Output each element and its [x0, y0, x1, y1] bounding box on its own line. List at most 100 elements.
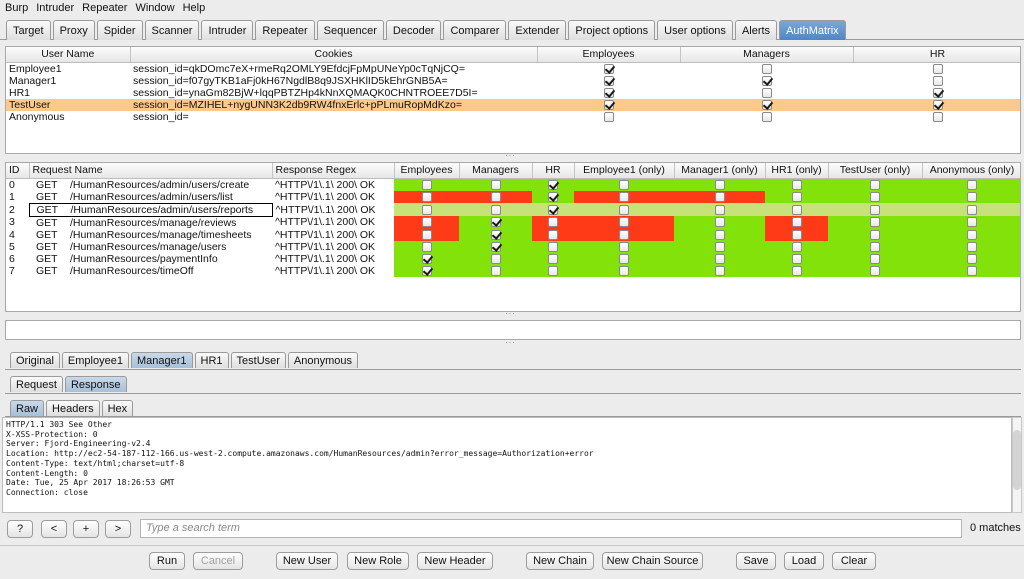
tab-view-headers[interactable]: Headers	[46, 400, 100, 416]
new-header-button[interactable]: New Header	[417, 552, 493, 570]
tab-user-manager1[interactable]: Manager1	[130, 352, 193, 368]
access-checkbox[interactable]	[791, 229, 802, 240]
access-checkbox[interactable]	[619, 265, 629, 276]
role-checkbox[interactable]	[603, 111, 614, 122]
tab-repeater[interactable]: Repeater	[255, 20, 315, 40]
tab-user-original[interactable]: Original	[10, 352, 60, 368]
splitter[interactable]	[0, 337, 1024, 347]
access-checkbox[interactable]	[619, 179, 629, 190]
requests-column-header[interactable]: Manager1 (only)	[674, 163, 766, 179]
access-checkbox[interactable]	[870, 229, 880, 240]
user-name[interactable]: HR1	[6, 87, 130, 99]
role-checkbox[interactable]	[932, 63, 943, 74]
access-checkbox[interactable]	[619, 229, 629, 240]
users-column-header[interactable]: Employees	[537, 47, 681, 63]
role-checkbox[interactable]	[603, 63, 614, 74]
access-checkbox[interactable]	[548, 253, 558, 264]
access-checkbox[interactable]	[548, 241, 558, 252]
request-name[interactable]: GET/HumanResources/paymentInfo	[29, 253, 272, 265]
splitter[interactable]	[0, 308, 1024, 318]
role-checkbox[interactable]	[932, 111, 943, 122]
access-checkbox[interactable]	[421, 179, 432, 190]
access-checkbox[interactable]	[421, 204, 432, 215]
access-checkbox[interactable]	[870, 253, 880, 264]
tab-view-hex[interactable]: Hex	[101, 400, 134, 416]
access-checkbox[interactable]	[870, 265, 880, 276]
access-checkbox[interactable]	[421, 217, 432, 228]
new-chain-source-button[interactable]: New Chain Source	[602, 552, 703, 570]
tab-user-testuser[interactable]: TestUser	[230, 352, 286, 368]
users-column-header[interactable]: Managers	[680, 47, 854, 63]
access-checkbox[interactable]	[619, 241, 629, 252]
user-name[interactable]: TestUser	[6, 98, 130, 111]
request-name[interactable]: GET/HumanResources/admin/users/create	[29, 178, 272, 191]
menu-burp[interactable]: Burp	[4, 2, 29, 14]
access-checkbox[interactable]	[870, 179, 880, 190]
access-checkbox[interactable]	[714, 253, 725, 264]
response-regex[interactable]: ^HTTP\/1\.1\ 200\ OK	[272, 241, 394, 253]
tab-extender[interactable]: Extender	[508, 20, 567, 40]
request-row[interactable]: 5 GET/HumanResources/manage/users ^HTTP\/1…	[6, 240, 1020, 253]
access-checkbox[interactable]	[714, 179, 725, 190]
access-checkbox[interactable]	[548, 204, 558, 215]
requests-column-header[interactable]: HR1 (only)	[765, 163, 829, 179]
user-cookie[interactable]: session_id=ynaGm82BjW+lqqPBTZHp4kNnXQMAQ…	[130, 87, 537, 99]
access-checkbox[interactable]	[490, 253, 501, 264]
tab-proxy[interactable]: Proxy	[52, 20, 95, 40]
request-name[interactable]: GET/HumanResources/timeOff	[29, 265, 272, 277]
tab-response[interactable]: Response	[64, 376, 127, 392]
response-regex[interactable]: ^HTTP\/1\.1\ 200\ OK	[272, 203, 394, 216]
request-name[interactable]: GET/HumanResources/admin/users/list	[29, 191, 272, 204]
access-checkbox[interactable]	[870, 191, 880, 202]
requests-column-header[interactable]: ID	[6, 163, 30, 179]
role-checkbox[interactable]	[932, 99, 943, 110]
access-checkbox[interactable]	[967, 191, 977, 202]
role-checkbox[interactable]	[761, 87, 772, 98]
access-checkbox[interactable]	[548, 265, 558, 276]
access-checkbox[interactable]	[791, 191, 802, 202]
access-checkbox[interactable]	[714, 191, 725, 202]
access-checkbox[interactable]	[967, 265, 977, 276]
role-checkbox[interactable]	[603, 75, 614, 86]
user-name[interactable]: Employee1	[6, 62, 130, 75]
requests-column-header[interactable]: Anonymous (only)	[922, 163, 1020, 179]
response-regex[interactable]: ^HTTP\/1\.1\ 200\ OK	[272, 178, 394, 191]
access-checkbox[interactable]	[421, 253, 432, 264]
requests-column-header[interactable]: Employees	[394, 163, 460, 179]
splitter[interactable]	[0, 150, 1024, 160]
request-row[interactable]: 2 GET/HumanResources/admin/users/reports ^…	[6, 202, 1020, 217]
request-name[interactable]: GET/HumanResources/manage/timesheets	[29, 229, 272, 241]
access-checkbox[interactable]	[421, 191, 432, 202]
user-row[interactable]: Manager1 session_id=f07gyTKB1aFj0kH67Ngdl…	[6, 75, 1020, 87]
tab-alerts[interactable]: Alerts	[734, 20, 778, 40]
requests-column-header[interactable]: Managers	[459, 163, 533, 179]
access-checkbox[interactable]	[490, 191, 501, 202]
request-row[interactable]: 1 GET/HumanResources/admin/users/list ^HTT…	[6, 190, 1020, 204]
access-checkbox[interactable]	[421, 229, 432, 240]
tab-comparer[interactable]: Comparer	[443, 20, 507, 40]
request-name[interactable]: GET/HumanResources/admin/users/reports	[28, 202, 273, 217]
tab-user-options[interactable]: User options	[657, 20, 733, 40]
previous-match-button[interactable]: <	[41, 520, 67, 538]
search-input[interactable]: Type a search term	[140, 519, 962, 538]
role-checkbox[interactable]	[603, 87, 614, 98]
access-checkbox[interactable]	[714, 217, 725, 228]
requests-column-header[interactable]: HR	[532, 163, 575, 179]
access-checkbox[interactable]	[791, 217, 802, 228]
role-checkbox[interactable]	[761, 63, 772, 74]
request-name[interactable]: GET/HumanResources/manage/reviews	[29, 216, 272, 229]
access-checkbox[interactable]	[619, 191, 629, 202]
tab-user-anonymous[interactable]: Anonymous	[287, 352, 359, 368]
access-checkbox[interactable]	[490, 229, 501, 240]
load-button[interactable]: Load	[784, 552, 824, 570]
role-checkbox[interactable]	[761, 99, 772, 110]
access-checkbox[interactable]	[548, 217, 558, 228]
access-checkbox[interactable]	[791, 204, 802, 215]
access-checkbox[interactable]	[791, 265, 802, 276]
tab-user-hr1[interactable]: HR1	[194, 352, 229, 368]
menu-intruder[interactable]: Intruder	[35, 2, 75, 14]
tab-authmatrix[interactable]: AuthMatrix	[779, 20, 846, 40]
user-cookie[interactable]: session_id=MZIHEL+nygUNN3K2db9RW4fnxErlc…	[130, 98, 537, 111]
request-row[interactable]: 4 GET/HumanResources/manage/timesheets ^HT…	[6, 228, 1020, 241]
access-checkbox[interactable]	[490, 265, 501, 276]
